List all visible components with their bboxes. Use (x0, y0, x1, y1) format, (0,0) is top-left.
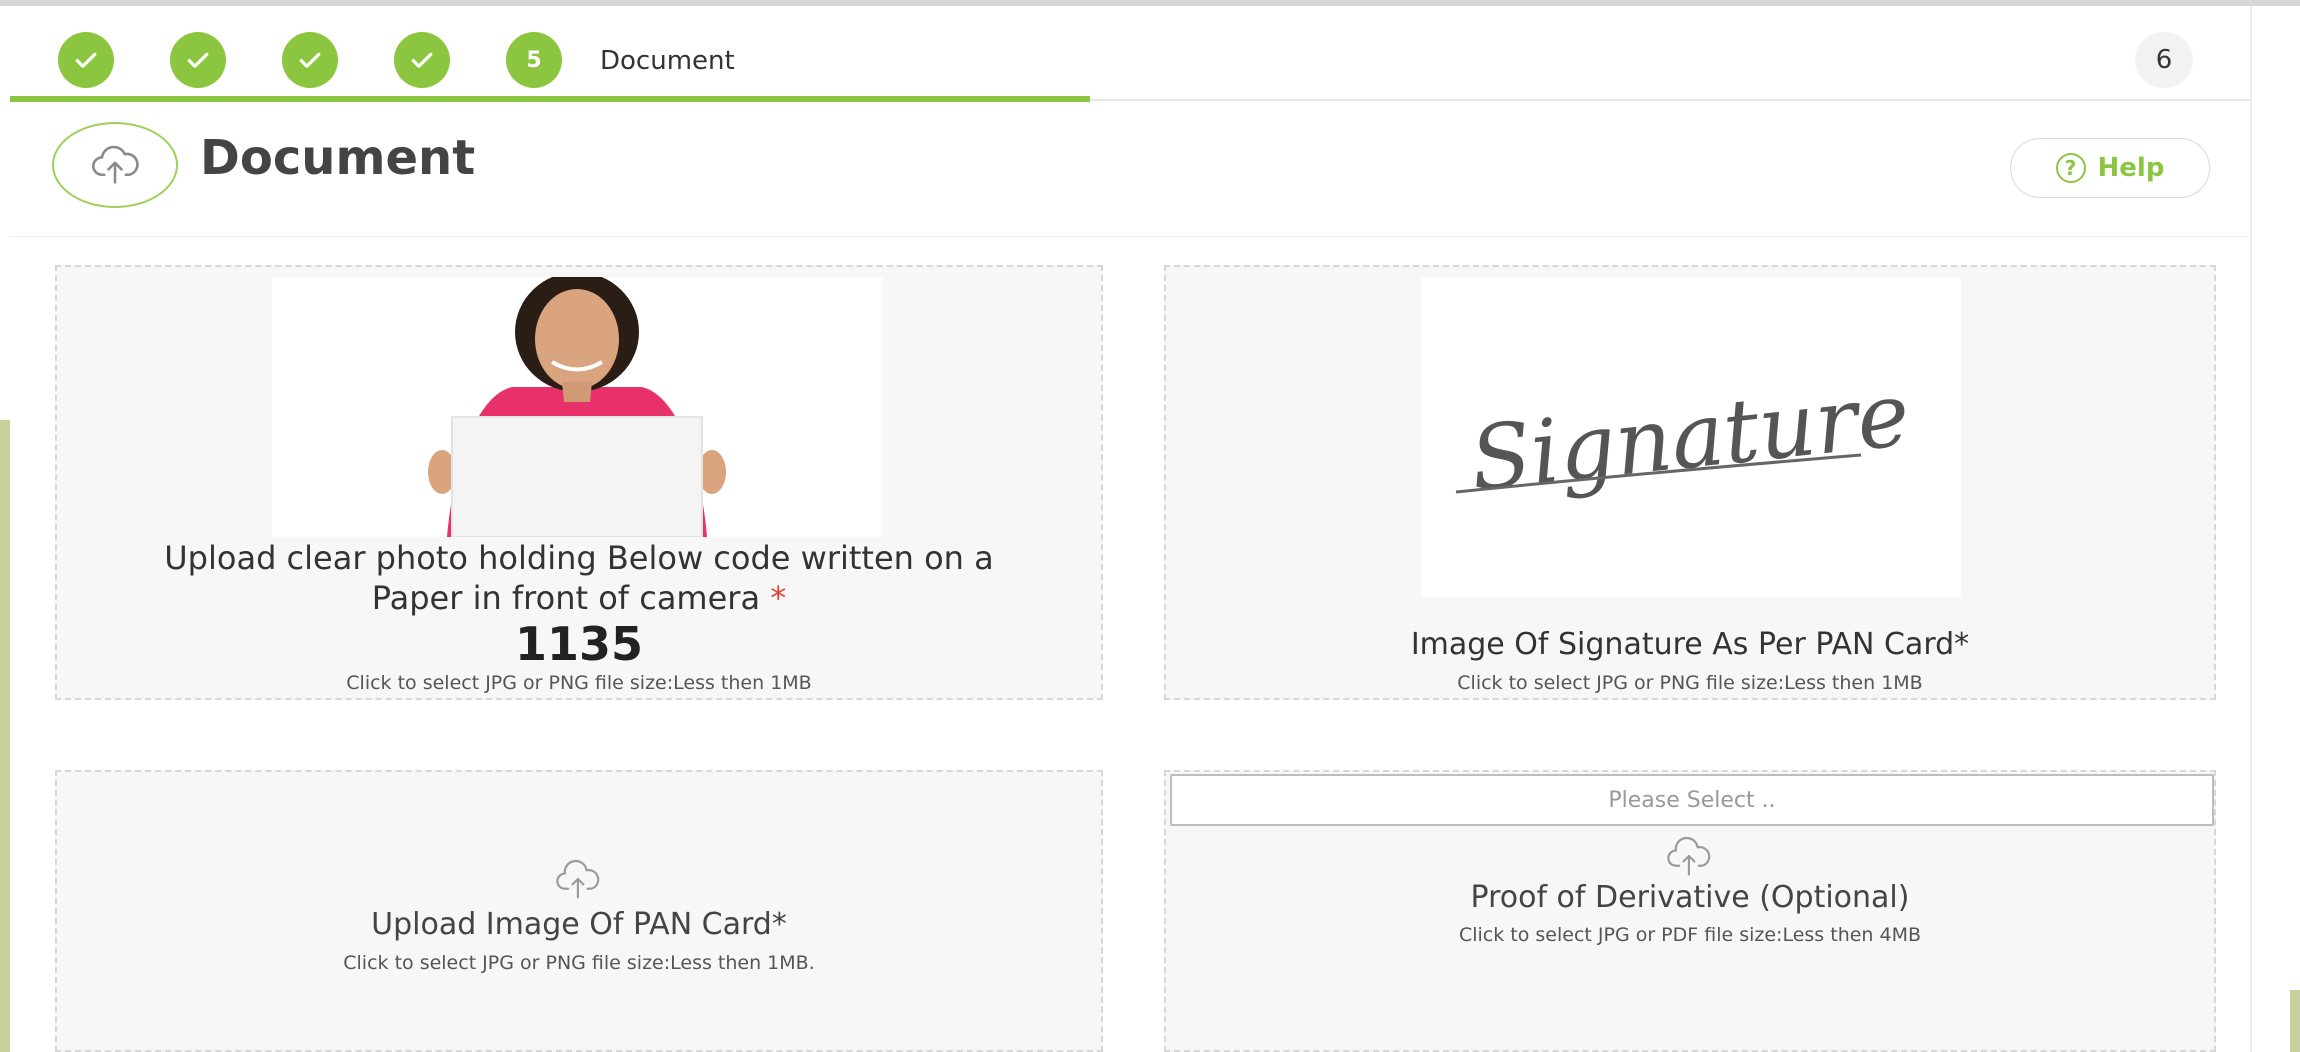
check-icon (299, 52, 321, 68)
step-number: 5 (526, 47, 542, 73)
step-6-pending[interactable]: 6 (2135, 32, 2193, 88)
step-1-completed[interactable] (58, 32, 114, 88)
step-2-completed[interactable] (170, 32, 226, 88)
signature-file-hint: Click to select JPG or PNG file size:Les… (1457, 672, 1923, 694)
help-label: Help (2097, 153, 2165, 183)
content-right-edge (2250, 6, 2252, 1052)
progress-fill (10, 96, 1090, 102)
current-step-label: Document (600, 46, 735, 76)
sample-photo-image (272, 272, 882, 538)
step-5-current[interactable]: 5 (506, 32, 562, 88)
svg-text:Signature: Signature (1466, 362, 1914, 510)
photo-instruction-line2: Paper in front of camera * (57, 579, 1101, 617)
top-border (0, 0, 2300, 6)
verification-code: 1135 (514, 617, 644, 671)
upload-cloud-icon (52, 122, 178, 208)
derivative-file-hint: Click to select JPG or PDF file size:Les… (1458, 924, 1922, 946)
photo-upload-panel[interactable]: Upload clear photo holding Below code wr… (55, 265, 1103, 700)
derivative-upload-panel[interactable]: Please Select .. Proof of Derivative (Op… (1164, 770, 2216, 1052)
select-placeholder: Please Select .. (1608, 787, 1776, 813)
sample-signature-image: Signature (1421, 277, 1961, 597)
progress-stepper: 5 Document 6 (10, 20, 2250, 100)
right-edge-bar (2290, 990, 2300, 1052)
pan-card-label: Upload Image Of PAN Card* (371, 907, 787, 942)
instruction-text: Paper in front of camera (371, 579, 761, 617)
page-title: Document (200, 130, 476, 186)
photo-file-hint: Click to select JPG or PNG file size:Les… (346, 672, 812, 694)
upload-cloud-icon (1667, 836, 1711, 876)
check-icon (411, 52, 433, 68)
step-number: 6 (2155, 45, 2173, 75)
signature-upload-panel[interactable]: Signature Image Of Signature As Per PAN … (1164, 265, 2216, 700)
derivative-type-select[interactable]: Please Select .. (1170, 774, 2214, 826)
check-icon (75, 52, 97, 68)
help-circle-icon: ? (2055, 153, 2086, 183)
header-divider (10, 236, 2250, 237)
pan-card-file-hint: Click to select JPG or PNG file size:Les… (343, 952, 815, 974)
step-3-completed[interactable] (282, 32, 338, 88)
pan-card-upload-panel[interactable]: Upload Image Of PAN Card* Click to selec… (55, 770, 1103, 1052)
upload-cloud-icon (556, 859, 600, 899)
check-icon (187, 52, 209, 68)
signature-sample-text-svg: Signature (1455, 362, 1914, 511)
photo-instruction-line1: Upload clear photo holding Below code wr… (164, 539, 994, 577)
left-edge-bar (0, 420, 10, 1052)
help-button[interactable]: ? Help (2010, 138, 2210, 198)
step-4-completed[interactable] (394, 32, 450, 88)
derivative-label: Proof of Derivative (Optional) (1470, 880, 1910, 915)
required-mark: * (770, 579, 787, 617)
signature-label: Image Of Signature As Per PAN Card* (1410, 627, 1970, 662)
